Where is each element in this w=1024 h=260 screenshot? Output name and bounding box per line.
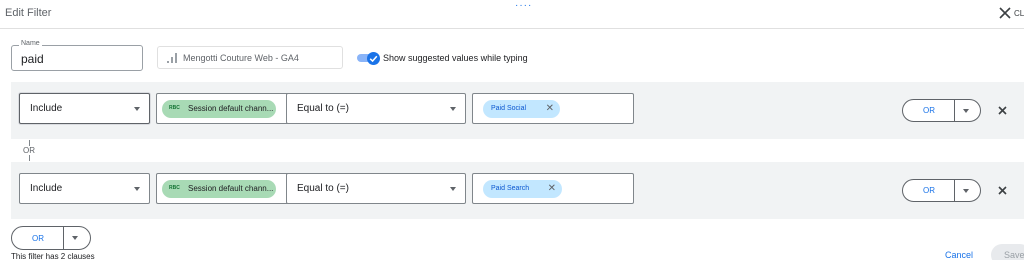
close-icon[interactable] — [998, 106, 1007, 115]
or-button-label[interactable]: OR — [903, 106, 955, 115]
close-label[interactable]: CL — [1014, 9, 1024, 18]
check-icon — [369, 55, 378, 63]
value-chip-label: Paid Search — [491, 185, 530, 192]
dimension-name: Session default chann... — [188, 104, 274, 113]
drag-handle-icon[interactable]: ···· — [515, 0, 532, 11]
dimension-name: Session default chann... — [188, 184, 274, 193]
property-selector: Mengotti Couture Web - GA4 — [157, 46, 343, 69]
operator-dropdown[interactable]: Equal to (=) — [286, 173, 466, 204]
filter-clause-2: Include RBC Session default chann... Equ… — [11, 162, 1024, 219]
dialog-header: Edit Filter ···· CL — [0, 0, 1024, 29]
cancel-button[interactable]: Cancel — [945, 250, 973, 260]
filter-clause-1: Include RBC Session default chann... Equ… — [11, 82, 1024, 139]
property-name: Mengotti Couture Web - GA4 — [183, 53, 299, 63]
remove-chip-icon[interactable]: ✕ — [546, 103, 554, 114]
value-chip: Paid Search ✕ — [483, 180, 562, 198]
operator-value: Equal to (=) — [297, 103, 349, 114]
or-connector: OR — [22, 139, 42, 162]
value-field[interactable]: Paid Social ✕ — [472, 93, 634, 124]
toggle-knob — [367, 52, 380, 65]
include-value: Include — [30, 183, 63, 194]
or-button-label[interactable]: OR — [12, 234, 64, 243]
value-chip: Paid Social ✕ — [483, 100, 560, 118]
operator-dropdown[interactable]: Equal to (=) — [286, 93, 466, 124]
name-field-value[interactable]: paid — [21, 52, 44, 66]
dimension-chip[interactable]: RBC Session default chann... — [162, 180, 276, 198]
or-button-label[interactable]: OR — [903, 186, 955, 195]
connector-label: OR — [23, 146, 35, 155]
value-chip-label: Paid Social — [491, 105, 527, 112]
value-field[interactable]: Paid Search ✕ — [472, 173, 634, 204]
or-split-button[interactable]: OR — [902, 99, 981, 122]
dimension-field[interactable]: RBC Session default chann... — [156, 93, 291, 124]
split-divider — [954, 100, 955, 121]
remove-chip-icon[interactable]: ✕ — [548, 183, 556, 194]
chevron-down-icon — [134, 107, 140, 111]
chevron-down-icon — [450, 187, 456, 191]
suggest-values-toggle[interactable] — [357, 52, 381, 65]
include-dropdown[interactable]: Include — [19, 93, 150, 124]
close-icon[interactable] — [999, 7, 1011, 19]
dialog-title: Edit Filter — [5, 7, 52, 19]
suggest-values-label: Show suggested values while typing — [383, 53, 528, 63]
dimension-field[interactable]: RBC Session default chann... — [156, 173, 291, 204]
add-or-clause-button[interactable]: OR — [11, 226, 91, 250]
include-value: Include — [30, 103, 63, 114]
connector-line — [29, 155, 30, 161]
text-type-icon: RBC — [169, 105, 180, 111]
close-icon[interactable] — [998, 186, 1007, 195]
save-button-label: Save — [1004, 250, 1024, 260]
chevron-down-icon[interactable] — [963, 109, 969, 113]
split-divider — [954, 180, 955, 201]
clause-count-text: This filter has 2 clauses — [11, 252, 95, 260]
name-field[interactable]: Name paid — [11, 40, 143, 71]
dimension-chip[interactable]: RBC Session default chann... — [162, 100, 276, 118]
operator-value: Equal to (=) — [297, 183, 349, 194]
chevron-down-icon[interactable] — [72, 236, 78, 240]
include-dropdown[interactable]: Include — [19, 173, 150, 204]
or-split-button[interactable]: OR — [902, 179, 981, 202]
split-divider — [63, 227, 64, 249]
analytics-bars-icon — [167, 53, 177, 63]
name-field-label: Name — [19, 40, 42, 47]
chevron-down-icon[interactable] — [963, 189, 969, 193]
chevron-down-icon — [134, 187, 140, 191]
text-type-icon: RBC — [169, 185, 180, 191]
save-button[interactable]: Save — [991, 244, 1024, 260]
chevron-down-icon — [450, 107, 456, 111]
